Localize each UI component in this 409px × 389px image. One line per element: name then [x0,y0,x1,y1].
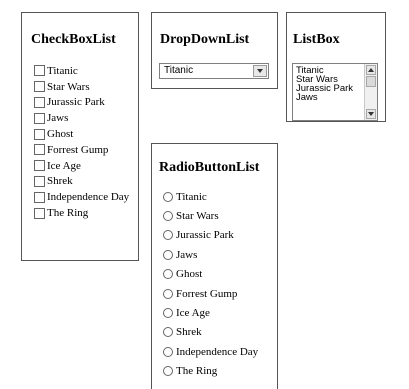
radio-button[interactable] [163,269,173,280]
scroll-down-icon [368,112,374,116]
checkbox-label: Independence Day [47,191,130,204]
checkbox-item-titanic[interactable]: Titanic [34,63,129,79]
listbox-items: Titanic Star Wars Jurassic Park Jaws [296,66,353,103]
radio-label: The Ring [176,365,218,378]
checkbox-label: Jurassic Park [47,96,105,109]
checkbox[interactable] [34,112,45,124]
radiobuttonlist-panel: RadioButtonList Titanic Star Wars Jurass… [151,143,278,389]
radio-button[interactable] [163,327,173,338]
radio-button[interactable] [163,308,173,319]
checkbox-label: Star Wars [47,80,90,93]
checkbox[interactable] [34,65,45,77]
radio-button[interactable] [163,191,173,202]
listbox-panel: ListBox Titanic Star Wars Jurassic Park … [286,12,386,122]
checkbox[interactable] [34,144,45,156]
checkbox[interactable] [34,128,45,140]
listbox-title: ListBox [293,32,340,47]
radio-button[interactable] [163,346,173,357]
radio-label: Shrek [176,326,202,339]
checkbox-item-shrek[interactable]: Shrek [34,174,129,190]
checkboxlist-title: CheckBoxList [31,32,116,47]
checkbox-label: Forrest Gump [47,143,109,156]
checkbox-item-independence-day[interactable]: Independence Day [34,189,129,205]
movie-listbox[interactable]: Titanic Star Wars Jurassic Park Jaws [292,63,378,121]
dropdownlist-panel: DropDownList Titanic [151,12,278,89]
scroll-down-button[interactable] [366,109,376,119]
radiobuttonlist-items: Titanic Star Wars Jurassic Park Jaws Gho… [163,187,258,381]
radio-label: Ghost [176,268,203,281]
checkbox[interactable] [34,191,45,203]
checkbox-label: The Ring [47,207,89,220]
checkbox-item-the-ring[interactable]: The Ring [34,205,129,221]
checkbox-item-jurassic-park[interactable]: Jurassic Park [34,95,129,111]
radio-item-shrek[interactable]: Shrek [163,323,258,342]
radio-label: Jaws [176,248,198,261]
checkboxlist-items: Titanic Star Wars Jurassic Park Jaws Gho… [34,63,129,221]
radio-label: Jurassic Park [176,229,234,242]
radio-item-jurassic-park[interactable]: Jurassic Park [163,226,258,245]
radio-label: Star Wars [176,210,219,223]
radio-label: Independence Day [176,345,259,358]
checkbox-label: Jaws [47,112,69,125]
checkbox-item-ghost[interactable]: Ghost [34,126,129,142]
radio-button[interactable] [163,230,173,241]
checkbox[interactable] [34,96,45,108]
radio-button[interactable] [163,249,173,260]
checkbox-item-jaws[interactable]: Jaws [34,110,129,126]
radio-label: Forrest Gump [176,287,238,300]
dropdown-button[interactable] [253,65,267,77]
checkbox[interactable] [34,207,45,219]
scroll-up-icon [368,68,374,72]
radio-item-ghost[interactable]: Ghost [163,265,258,284]
checkbox[interactable] [34,81,45,93]
checkbox-item-ice-age[interactable]: Ice Age [34,158,129,174]
radio-item-independence-day[interactable]: Independence Day [163,342,258,361]
checkboxlist-panel: CheckBoxList Titanic Star Wars Jurassic … [21,12,139,261]
radio-item-ice-age[interactable]: Ice Age [163,303,258,322]
radio-item-forrest-gump[interactable]: Forrest Gump [163,284,258,303]
radio-button[interactable] [163,211,173,222]
checkbox-item-forrest-gump[interactable]: Forrest Gump [34,142,129,158]
checkbox-label: Ghost [47,128,74,141]
chevron-down-icon [257,69,263,73]
checkbox-item-star-wars[interactable]: Star Wars [34,79,129,95]
scrollbar-thumb[interactable] [366,76,376,87]
checkbox-label: Titanic [47,64,78,77]
dropdownlist-title: DropDownList [160,32,250,47]
radio-item-titanic[interactable]: Titanic [163,187,258,206]
dropdown-selected-value: Titanic [164,65,194,76]
radio-item-star-wars[interactable]: Star Wars [163,206,258,225]
radio-label: Titanic [176,190,207,203]
listbox-scrollbar[interactable] [364,64,377,120]
movie-dropdown[interactable]: Titanic [159,63,269,79]
listbox-item[interactable]: Jaws [296,93,353,103]
checkbox[interactable] [34,175,45,187]
checkbox[interactable] [34,160,45,172]
radiobuttonlist-title: RadioButtonList [159,160,260,175]
scroll-up-button[interactable] [366,65,376,75]
checkbox-label: Shrek [47,175,73,188]
radio-button[interactable] [163,366,173,377]
checkbox-label: Ice Age [47,159,81,172]
radio-item-jaws[interactable]: Jaws [163,245,258,264]
radio-label: Ice Age [176,307,210,320]
radio-button[interactable] [163,288,173,299]
radio-item-the-ring[interactable]: The Ring [163,362,258,381]
